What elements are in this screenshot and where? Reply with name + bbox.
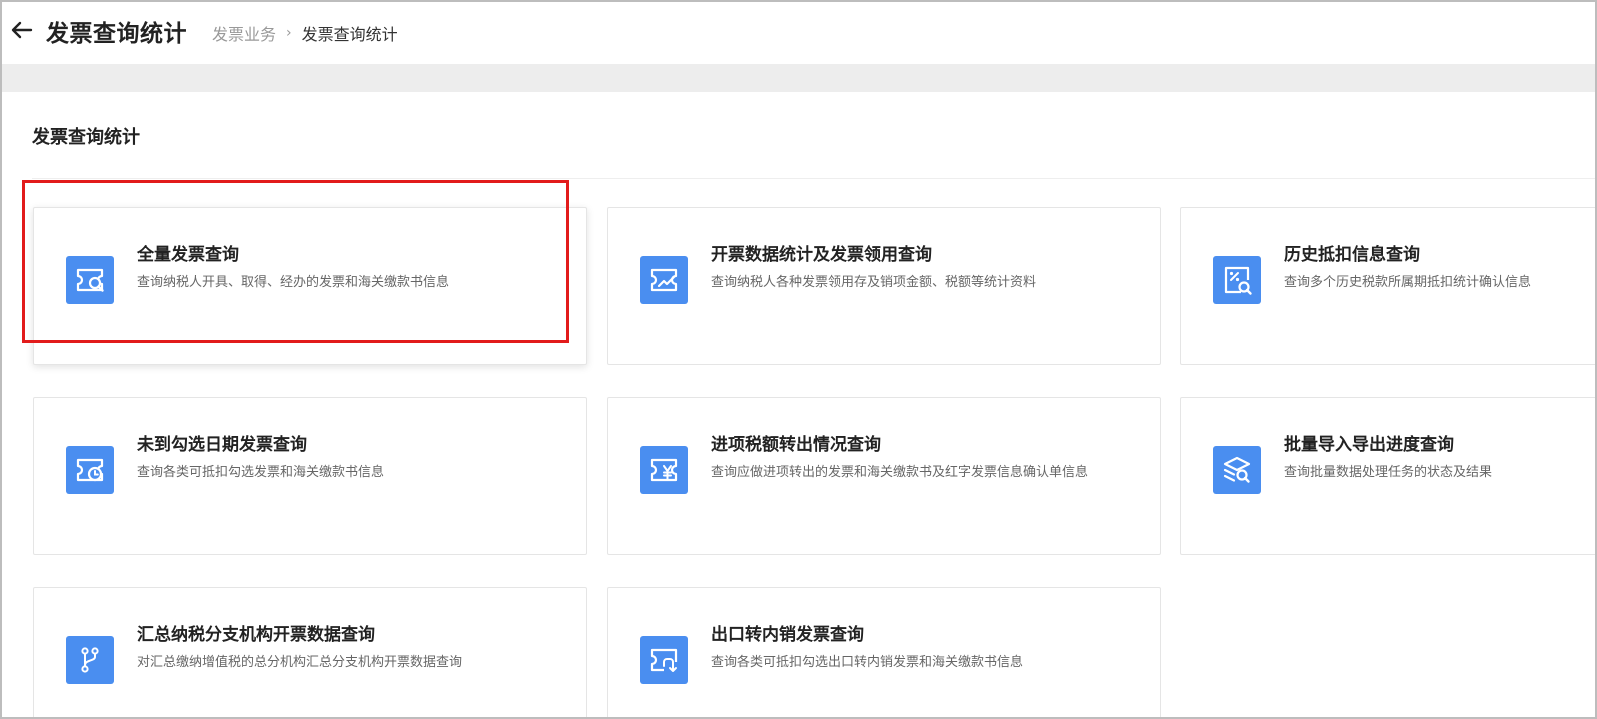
card-export-to-domestic-query[interactable]: 出口转内销发票查询 查询各类可抵扣勾选出口转内销发票和海关缴款书信息	[607, 587, 1161, 717]
back-arrow-icon[interactable]	[10, 18, 34, 42]
invoice-yen-icon	[640, 446, 688, 494]
breadcrumb-item-invoice-business[interactable]: 发票业务	[212, 21, 276, 45]
app-window: 发票查询统计 发票业务 › 发票查询统计 发票查询统计 全量发票查询 查询纳税人…	[0, 0, 1597, 719]
card-description: 查询纳税人开具、取得、经办的发票和海关缴款书信息	[137, 275, 450, 290]
card-description: 对汇总缴纳增值税的总分机构汇总分支机构开票数据查询	[137, 655, 463, 670]
card-title: 汇总纳税分支机构开票数据查询	[137, 625, 375, 645]
invoice-clock-icon	[66, 446, 114, 494]
card-pending-date-invoice-query[interactable]: 未到勾选日期发票查询 查询各类可抵扣勾选发票和海关缴款书信息	[33, 397, 587, 555]
card-title: 出口转内销发票查询	[711, 625, 864, 645]
chevron-right-icon: ›	[286, 25, 292, 41]
card-description: 查询批量数据处理任务的状态及结果	[1284, 465, 1493, 480]
card-title: 开票数据统计及发票领用查询	[711, 245, 932, 265]
breadcrumb: 发票业务 › 发票查询统计	[212, 21, 398, 45]
card-input-tax-transfer-query[interactable]: 进项税额转出情况查询 查询应做进项转出的发票和海关缴款书及红字发票信息确认单信息	[607, 397, 1161, 555]
percent-search-icon	[1213, 256, 1261, 304]
header-separator	[2, 64, 1595, 92]
card-description: 查询各类可抵扣勾选发票和海关缴款书信息	[137, 465, 385, 480]
invoice-return-icon	[640, 636, 688, 684]
card-title: 批量导入导出进度查询	[1284, 435, 1454, 455]
card-description: 查询多个历史税款所属期抵扣统计确认信息	[1284, 275, 1532, 290]
section-divider	[32, 178, 1595, 179]
invoice-search-icon	[66, 256, 114, 304]
card-title: 未到勾选日期发票查询	[137, 435, 307, 455]
batch-search-icon	[1213, 446, 1261, 494]
breadcrumb-item-current: 发票查询统计	[301, 25, 398, 44]
card-branch-billing-query[interactable]: 汇总纳税分支机构开票数据查询 对汇总缴纳增值税的总分机构汇总分支机构开票数据查询	[33, 587, 587, 717]
section-title: 发票查询统计	[32, 127, 140, 148]
card-batch-progress-query[interactable]: 批量导入导出进度查询 查询批量数据处理任务的状态及结果	[1180, 397, 1595, 555]
card-history-deduction-query[interactable]: 历史抵扣信息查询 查询多个历史税款所属期抵扣统计确认信息	[1180, 207, 1595, 365]
card-title: 进项税额转出情况查询	[711, 435, 881, 455]
card-title: 全量发票查询	[137, 245, 239, 265]
page-title: 发票查询统计	[46, 21, 187, 47]
card-full-invoice-query[interactable]: 全量发票查询 查询纳税人开具、取得、经办的发票和海关缴款书信息	[33, 207, 587, 365]
branch-icon	[66, 636, 114, 684]
card-description: 查询纳税人各种发票领用存及销项金额、税额等统计资料	[711, 275, 1037, 290]
invoice-trend-icon	[640, 256, 688, 304]
card-title: 历史抵扣信息查询	[1284, 245, 1420, 265]
card-description: 查询各类可抵扣勾选出口转内销发票和海关缴款书信息	[711, 655, 1024, 670]
card-description: 查询应做进项转出的发票和海关缴款书及红字发票信息确认单信息	[711, 465, 1089, 480]
card-billing-stats-query[interactable]: 开票数据统计及发票领用查询 查询纳税人各种发票领用存及销项金额、税额等统计资料	[607, 207, 1161, 365]
top-bar: 发票查询统计 发票业务 › 发票查询统计	[2, 2, 1595, 64]
